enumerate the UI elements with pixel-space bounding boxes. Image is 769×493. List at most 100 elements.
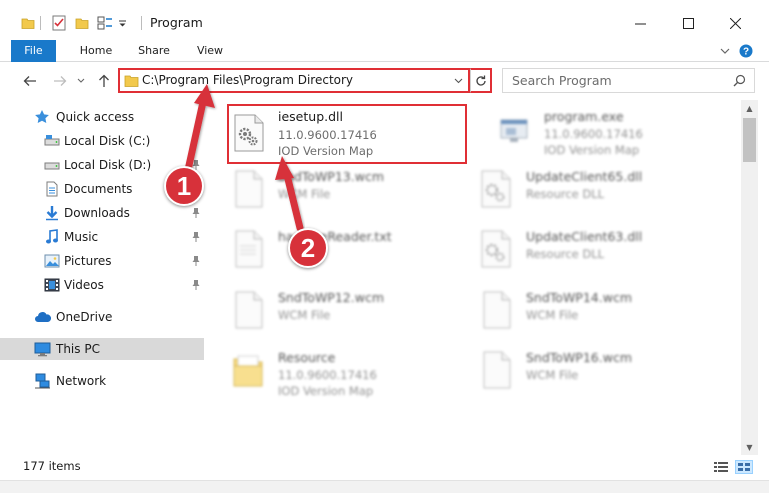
- tiles-view-icon[interactable]: [735, 460, 753, 474]
- blank-file-icon: [235, 291, 263, 329]
- callout-1: 1: [164, 166, 204, 206]
- scroll-thumb[interactable]: [743, 118, 756, 162]
- sidebar-item-label: OneDrive: [56, 310, 113, 324]
- file-tile-sndtowp12-wcm[interactable]: SndToWP12.wcm WCM File: [207, 283, 447, 335]
- scroll-up-icon[interactable]: ▲: [741, 100, 758, 116]
- tab-file[interactable]: File: [11, 40, 56, 62]
- exe-icon: [500, 119, 528, 142]
- file-tile-sndtowp16-wcm[interactable]: SndToWP16.wcm WCM File: [455, 343, 695, 395]
- title-bar: Program: [0, 0, 769, 44]
- dll-gear-icon: [481, 230, 511, 268]
- sidebar-item-music[interactable]: Music: [0, 226, 204, 248]
- file-description: IOD Version Map: [278, 384, 374, 398]
- sidebar-item-downloads[interactable]: Downloads: [0, 202, 204, 224]
- network-icon: [34, 373, 50, 389]
- file-tile-iesetup-dll[interactable]: iesetup.dll 11.0.9600.17416 IOD Version …: [227, 104, 467, 164]
- sidebar-item-local-disk-c[interactable]: Local Disk (C:): [0, 130, 204, 152]
- file-description: IOD Version Map: [278, 144, 374, 158]
- blank-file-icon: [235, 170, 263, 208]
- folder-icon[interactable]: [21, 14, 35, 32]
- expand-ribbon-icon[interactable]: [718, 43, 732, 59]
- pictures-icon: [44, 253, 60, 269]
- file-tile-sndtowp14-wcm[interactable]: SndToWP14.wcm WCM File: [455, 283, 695, 335]
- recent-locations-button[interactable]: [74, 72, 88, 90]
- sidebar-item-label: Downloads: [64, 206, 130, 220]
- file-type: WCM File: [278, 187, 331, 201]
- sidebar-item-pictures[interactable]: Pictures: [0, 250, 204, 272]
- sidebar-item-label: Music: [64, 230, 99, 244]
- details-view-icon[interactable]: [712, 460, 730, 474]
- sidebar-item-label: Videos: [64, 278, 104, 292]
- file-tile-updateclient63-dll[interactable]: UpdateClient63.dll Resource DLL: [455, 222, 695, 274]
- computer-icon: [34, 341, 51, 357]
- search-input[interactable]: [503, 69, 754, 92]
- file-type: WCM File: [526, 368, 579, 382]
- file-type: Resource DLL: [526, 247, 605, 261]
- file-tile-sndtowp13-wcm[interactable]: SndToWP13.wcm WCM File: [207, 162, 447, 214]
- text-file-icon: [235, 230, 263, 268]
- file-tile-updateclient65-dll[interactable]: UpdateClient65.dll Resource DLL: [455, 162, 695, 214]
- scroll-down-icon[interactable]: ▼: [741, 439, 758, 455]
- pin-icon[interactable]: [191, 255, 201, 267]
- downloads-icon: [44, 205, 60, 221]
- search-box[interactable]: [502, 68, 755, 93]
- sidebar-item-label: This PC: [56, 342, 100, 356]
- maximize-button[interactable]: [674, 10, 702, 36]
- tab-home[interactable]: Home: [73, 40, 119, 62]
- up-button[interactable]: [94, 72, 114, 90]
- new-folder-icon[interactable]: [74, 14, 90, 32]
- forward-button[interactable]: [50, 72, 70, 90]
- sidebar-item-onedrive[interactable]: OneDrive: [0, 306, 204, 328]
- navigation-pane: Quick access Local Disk (C:) Local Disk …: [0, 100, 205, 455]
- pin-icon[interactable]: [191, 207, 201, 219]
- chevron-down-icon[interactable]: [116, 14, 128, 32]
- blank-file-icon: [483, 351, 511, 389]
- customize-view-icon[interactable]: [96, 14, 114, 32]
- sidebar-item-label: Pictures: [64, 254, 112, 268]
- videos-icon: [44, 277, 60, 293]
- chevron-down-icon[interactable]: [450, 72, 466, 90]
- tab-share[interactable]: Share: [132, 40, 176, 62]
- file-description: IOD Version Map: [544, 143, 640, 157]
- file-name: SndToWP16.wcm: [526, 350, 632, 365]
- status-bar: 177 items: [0, 455, 769, 480]
- sidebar-item-label: Local Disk (D:): [64, 158, 152, 172]
- drive-icon: [44, 157, 60, 173]
- vertical-scrollbar[interactable]: ▲ ▼: [741, 100, 758, 455]
- file-name: SndToWP12.wcm: [278, 290, 384, 305]
- minimize-button[interactable]: [626, 10, 654, 36]
- close-button[interactable]: [721, 10, 749, 36]
- sidebar-item-network[interactable]: Network: [0, 370, 204, 392]
- dll-gear-icon: [234, 114, 264, 152]
- pin-icon[interactable]: [191, 279, 201, 291]
- folder-icon: [124, 73, 139, 91]
- sidebar-item-label: Local Disk (C:): [64, 134, 151, 148]
- refresh-button[interactable]: [470, 68, 492, 93]
- file-tile-resource-folder[interactable]: Resource 11.0.9600.17416 IOD Version Map: [207, 343, 447, 398]
- file-type: WCM File: [278, 308, 331, 322]
- sidebar-item-this-pc[interactable]: This PC: [0, 338, 204, 360]
- file-tile-program-exe[interactable]: program.exe 11.0.9600.17416 IOD Version …: [473, 102, 713, 157]
- refresh-icon: [475, 75, 486, 86]
- address-path: C:\Program Files\Program Directory: [142, 73, 354, 87]
- callout-2: 2: [288, 228, 328, 268]
- window-title: Program: [150, 15, 203, 30]
- toolbar-separator: [38, 14, 42, 32]
- folder-icon: [233, 355, 263, 387]
- sidebar-item-label: Documents: [64, 182, 133, 196]
- address-bar[interactable]: C:\Program Files\Program Directory: [118, 68, 470, 93]
- sidebar-item-label: Quick access: [56, 110, 135, 124]
- properties-icon[interactable]: [51, 14, 67, 32]
- file-name: program.exe: [544, 109, 624, 124]
- pin-icon[interactable]: [191, 231, 201, 243]
- documents-icon: [44, 181, 60, 197]
- help-icon[interactable]: ?: [738, 43, 754, 59]
- sidebar-item-quick-access[interactable]: Quick access: [0, 106, 204, 128]
- file-name: Resource: [278, 350, 336, 365]
- sidebar-item-videos[interactable]: Videos: [0, 274, 204, 296]
- back-button[interactable]: [20, 72, 40, 90]
- navigation-bar: C:\Program Files\Program Directory: [0, 64, 769, 98]
- file-version: 11.0.9600.17416: [278, 128, 377, 142]
- tab-view[interactable]: View: [189, 40, 231, 62]
- search-icon[interactable]: [733, 74, 746, 90]
